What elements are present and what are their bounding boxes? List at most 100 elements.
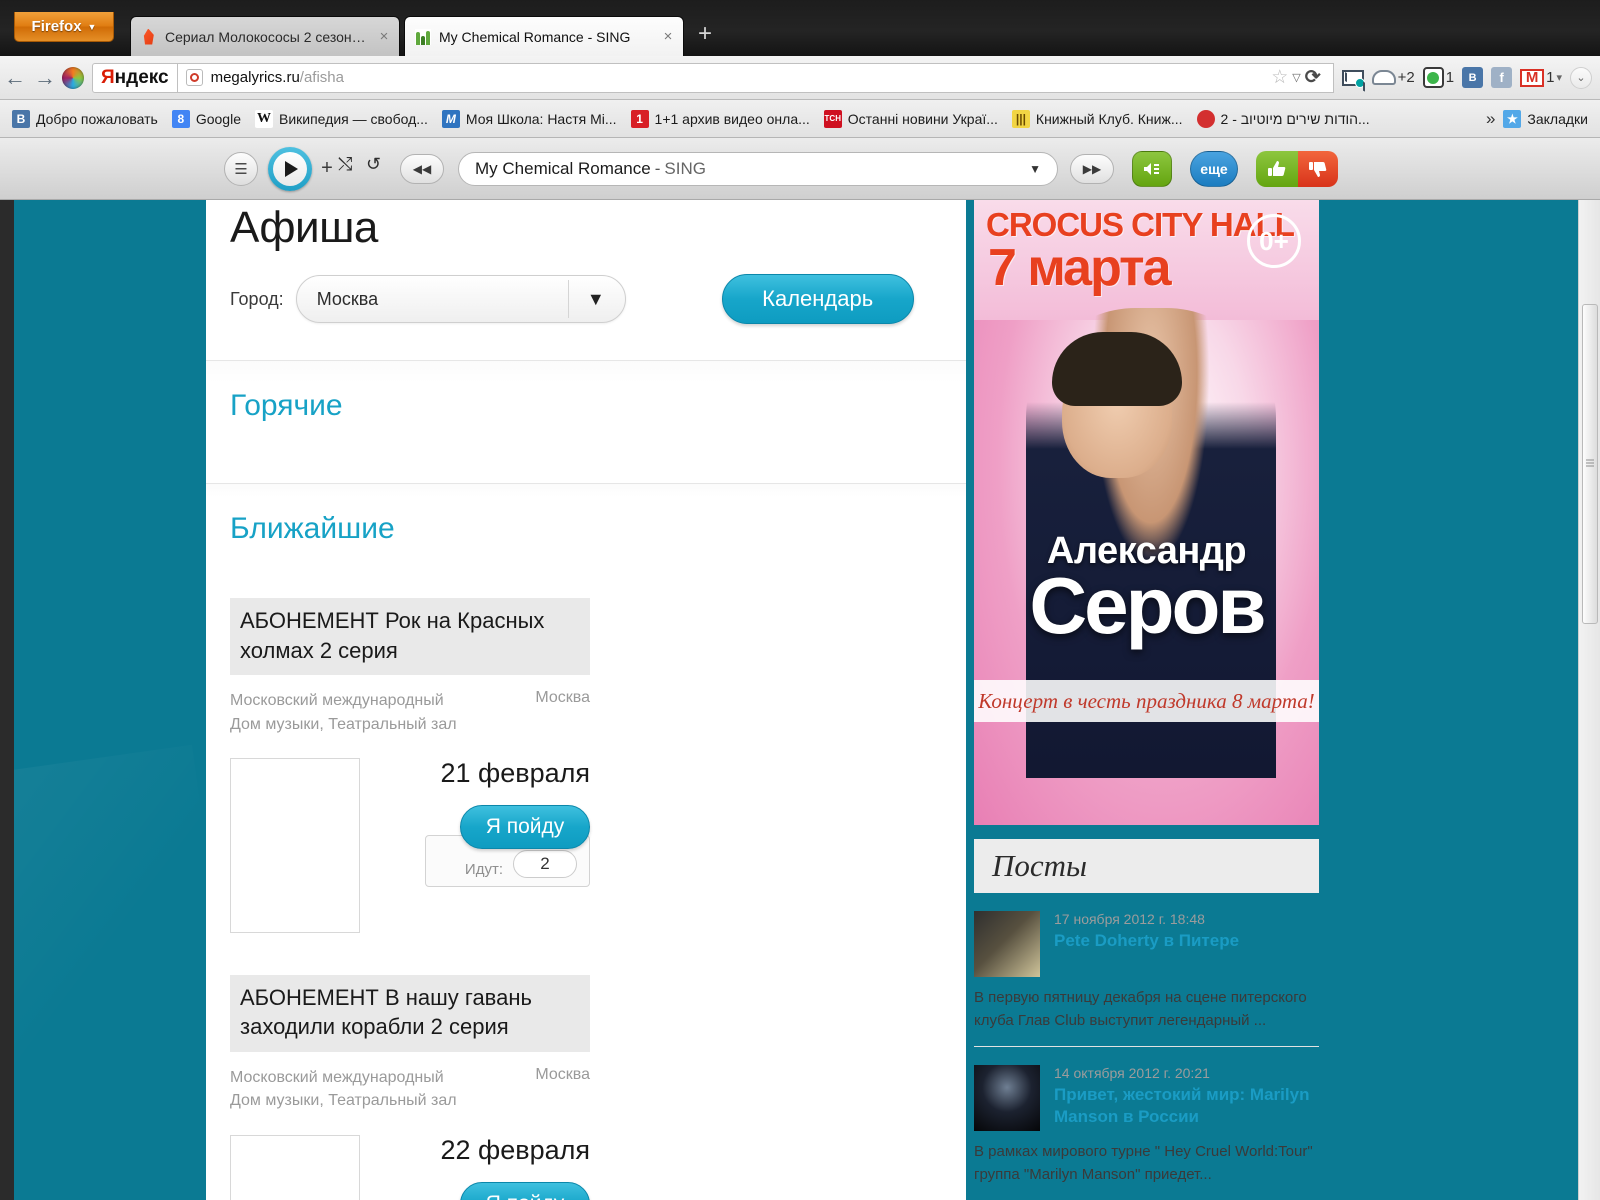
next-button[interactable]: ▶▶ — [1070, 153, 1114, 184]
play-icon — [273, 151, 307, 186]
post-date: 14 октября 2012 г. 20:21 — [1054, 1065, 1210, 1081]
chevron-down-icon[interactable]: ⌄ — [1570, 66, 1592, 89]
add-track-button[interactable]: + — [316, 157, 338, 180]
attend-button[interactable]: Я пойду — [460, 1181, 590, 1200]
event-city: Москва — [535, 1066, 590, 1084]
bookmark-wikipedia[interactable]: W Википедия — свобод... — [249, 107, 434, 131]
school-icon: M — [441, 109, 460, 128]
bookmark-google[interactable]: 8 Google — [166, 107, 247, 131]
event-title[interactable]: АБОНЕМЕНТ В нашу гавань заходили корабли… — [230, 974, 590, 1053]
bookmark-label: Моя Школа: Настя Mi... — [465, 110, 617, 127]
track-title: SING — [664, 158, 706, 178]
post-item[interactable]: 17 ноября 2012 г. 18:48 Pete Doherty в П… — [974, 893, 1319, 1046]
post-item[interactable]: 14 октября 2012 г. 20:21 Привет, жестоки… — [974, 1046, 1319, 1200]
page-scrollbar[interactable] — [1578, 200, 1600, 1200]
main-content: Афиша Город: Москва ▼ Календарь Горячие … — [206, 200, 966, 1200]
bookmark-star-icon[interactable]: ☆ — [1271, 66, 1288, 89]
like-button[interactable] — [1256, 150, 1298, 187]
event-card[interactable]: АБОНЕМЕНТ Рок на Красных холмах 2 серия … — [230, 598, 590, 933]
post-title[interactable]: Pete Doherty в Питере — [1054, 930, 1319, 952]
play-button[interactable] — [268, 146, 312, 191]
event-venue: Московский международный Дом музыки, Теа… — [230, 692, 457, 733]
city-select[interactable]: Москва ▼ — [295, 275, 626, 323]
bookmark-hebrew[interactable]: 2 - הודות שירים מיוטיוב... — [1191, 107, 1376, 131]
bookmark-school[interactable]: M Моя Школа: Настя Mi... — [436, 107, 623, 131]
back-icon[interactable]: ← — [0, 65, 30, 91]
more-button[interactable]: еще — [1190, 150, 1238, 187]
forward-icon[interactable]: → — [30, 65, 60, 91]
bookmarks-menu-button[interactable]: ★ Закладки — [1503, 109, 1594, 128]
section-soon: Ближайшие — [206, 483, 966, 556]
reload-icon[interactable]: ⟳ — [1305, 66, 1321, 89]
green-circle-icon — [1422, 67, 1444, 88]
event-body: 21 февраля Я пойду Идут: 2 — [230, 757, 590, 933]
track-separator: - — [654, 158, 661, 178]
post-thumbnail[interactable] — [974, 1065, 1040, 1131]
scrollbar-thumb[interactable] — [1582, 304, 1598, 624]
post-thumbnail[interactable] — [974, 911, 1040, 977]
bookmark-label: Книжный Клуб. Книж... — [1035, 110, 1183, 127]
google-icon: 8 — [171, 109, 190, 128]
previous-button[interactable]: ◀◀ — [400, 153, 444, 184]
attend-button[interactable]: Я пойду — [460, 804, 590, 849]
page-title: Афиша — [230, 203, 378, 252]
event-meta: Московский международный Дом музыки, Теа… — [230, 1066, 590, 1112]
bookmarks-menu-label: Закладки — [1527, 110, 1588, 127]
url-path: /afisha — [299, 69, 344, 86]
yandex-search-box[interactable]: Я ндекс — [92, 62, 178, 93]
chevron-down-icon[interactable]: ▼ — [1029, 162, 1041, 176]
chevron-down-icon: ▼ — [87, 21, 97, 32]
bookmark-tsn[interactable]: TCH Останні новини Украї... — [818, 107, 1004, 131]
wikipedia-icon: W — [255, 109, 273, 128]
site-identity-icon — [185, 69, 203, 86]
gmail-extension[interactable]: M 1 ▾ — [1520, 68, 1562, 87]
facebook-extension[interactable]: f — [1491, 67, 1513, 88]
tab-skins-label: Сериал Молокососы 2 сезон Skins ... — [165, 28, 369, 45]
vk-extension[interactable]: B — [1462, 67, 1484, 88]
chevron-down-icon: ▼ — [586, 288, 605, 309]
firefox-menu-button[interactable]: Firefox ▼ — [14, 12, 114, 42]
volume-icon — [1144, 162, 1159, 175]
event-thumbnail[interactable] — [230, 757, 360, 933]
repeat-button[interactable]: ↺ — [366, 154, 394, 184]
url-bar[interactable]: megalyrics.ru /afisha ☆ ▽ ⟳ — [177, 62, 1334, 93]
post-title[interactable]: Привет, жестокий мир: Marilyn Manson в Р… — [1054, 1084, 1319, 1128]
concert-banner[interactable]: CROCUS CITY HALL 7 марта 0+ Александр Се… — [974, 200, 1319, 825]
event-thumbnail[interactable] — [230, 1134, 360, 1200]
posts-header: Посты — [974, 839, 1319, 893]
track-artist: My Chemical Romance — [475, 158, 651, 178]
hebrew-icon — [1196, 109, 1215, 128]
close-icon[interactable]: × — [661, 28, 675, 45]
mail-extension[interactable] — [1341, 69, 1365, 88]
track-display[interactable]: My Chemical Romance - SING ▼ — [458, 151, 1058, 186]
event-venue: Московский международный Дом музыки, Теа… — [230, 1069, 457, 1110]
bookmark-vk[interactable]: B Добро пожаловать — [6, 107, 164, 131]
dropmarker-icon[interactable]: ▽ — [1292, 71, 1300, 84]
section-hot: Горячие — [206, 360, 966, 483]
tab-skins[interactable]: Сериал Молокососы 2 сезон Skins ... × — [130, 16, 400, 56]
volume-button[interactable] — [1132, 150, 1172, 187]
post-excerpt: В рамках мирового турне " Hey Cruel Worl… — [974, 1143, 1313, 1183]
attendee-count: 2 — [513, 849, 577, 878]
event-title[interactable]: АБОНЕМЕНТ Рок на Красных холмах 2 серия — [230, 598, 590, 676]
bookmark-label: 1+1 архив видео онла... — [654, 110, 810, 127]
extension-toolbar: +2 1 B f M 1 ▾ ⌄ — [1334, 66, 1600, 89]
bookmark-bookclub[interactable]: ||| Книжный Клуб. Книж... — [1006, 107, 1189, 131]
oneplusone-icon: 1 — [630, 109, 649, 128]
page-viewport: Афиша Город: Москва ▼ Календарь Горячие … — [14, 200, 1586, 1200]
new-tab-button[interactable]: + — [692, 20, 718, 50]
scrollbar-grip-icon — [1586, 459, 1594, 469]
close-icon[interactable]: × — [377, 28, 391, 45]
cloud-extension[interactable]: +2 — [1371, 69, 1415, 86]
dislike-button[interactable] — [1298, 150, 1338, 187]
calendar-button[interactable]: Календарь — [721, 274, 914, 324]
bookmark-oneplusone[interactable]: 1 1+1 архив видео онла... — [625, 107, 816, 131]
event-card[interactable]: АБОНЕМЕНТ В нашу гавань заходили корабли… — [230, 974, 590, 1200]
extension-caret-icon[interactable]: ▾ — [1556, 71, 1562, 84]
tab-mcr[interactable]: My Chemical Romance - SING × — [404, 16, 684, 56]
shuffle-button[interactable]: ⤭ — [338, 154, 366, 184]
bookmarks-overflow-icon[interactable]: » — [1480, 109, 1501, 129]
facebook-icon: f — [1491, 67, 1513, 88]
green-extension[interactable]: 1 — [1422, 67, 1454, 88]
player-menu-button[interactable]: ☰ — [224, 151, 258, 186]
